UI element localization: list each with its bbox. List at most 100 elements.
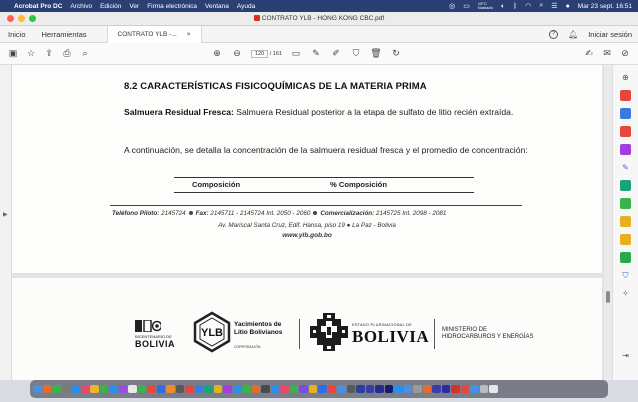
tab-document[interactable]: CONTRATO YLB -... × <box>106 25 202 43</box>
highlight-pen-icon[interactable]: ✎ <box>307 48 325 59</box>
dock-app-icon[interactable] <box>441 384 450 394</box>
dock-app-icon[interactable] <box>109 384 118 394</box>
dock-app-icon[interactable] <box>356 384 365 394</box>
bluetooth-icon[interactable]: ᛒ <box>513 3 517 10</box>
dock-app-icon[interactable] <box>166 384 175 394</box>
dock-app-icon[interactable] <box>460 384 469 394</box>
zoom-window-button[interactable] <box>29 15 36 22</box>
menu-firma[interactable]: Firma electrónica <box>147 3 197 10</box>
close-window-button[interactable] <box>7 15 14 22</box>
comment-bubble-icon[interactable] <box>620 234 631 245</box>
protect-shield-icon[interactable]: ⛉ <box>620 270 631 281</box>
bell-icon[interactable]: 🔔︎ <box>568 30 578 39</box>
sign-icon[interactable]: ✍︎ <box>580 48 598 59</box>
next-page-icon[interactable]: ⊖ <box>228 48 246 59</box>
delete-icon[interactable]: 🗑︎ <box>367 48 385 59</box>
email-icon[interactable]: ✉ <box>598 48 616 59</box>
export-pdf-icon[interactable] <box>620 180 631 191</box>
minimize-window-button[interactable] <box>18 15 25 22</box>
menu-ventana[interactable]: Ventana <box>205 3 229 10</box>
dock-app-icon[interactable] <box>327 384 336 394</box>
collapse-panel-icon[interactable]: ⇥ <box>620 350 631 361</box>
rotate-icon[interactable]: ↻ <box>387 48 405 59</box>
dock-app-icon[interactable] <box>308 384 317 394</box>
dock-app-icon[interactable] <box>479 384 488 394</box>
more-tools-icon[interactable]: ✧ <box>620 288 631 299</box>
dock-app-icon[interactable] <box>299 384 308 394</box>
zoom-search-icon[interactable]: ⌕ <box>76 48 94 59</box>
upload-cloud-icon[interactable]: ⇪ <box>40 48 58 59</box>
control-center-icon[interactable]: ☰ <box>551 2 557 10</box>
dock-app-icon[interactable] <box>194 384 203 394</box>
expand-panel-icon[interactable]: ▶ <box>3 211 8 218</box>
dock-app-icon[interactable] <box>413 384 422 394</box>
page-number-input[interactable]: 120 <box>251 49 269 58</box>
menu-ver[interactable]: Ver <box>129 3 139 10</box>
save-icon[interactable]: ▣ <box>4 48 22 59</box>
dock-app-icon[interactable] <box>90 384 99 394</box>
tab-inicio[interactable]: Inicio <box>0 30 34 39</box>
close-tab-icon[interactable]: × <box>187 31 191 38</box>
comment-tool-icon[interactable] <box>620 108 631 119</box>
organize-pages-icon[interactable] <box>620 126 631 137</box>
dock-app-icon[interactable] <box>42 384 51 394</box>
dock-app-icon[interactable] <box>118 384 127 394</box>
dock-app-icon[interactable] <box>213 384 222 394</box>
print-icon[interactable]: ⎙ <box>58 48 76 59</box>
dock-app-icon[interactable] <box>156 384 165 394</box>
menu-ayuda[interactable]: Ayuda <box>237 3 255 10</box>
dock-app-icon[interactable] <box>80 384 89 394</box>
dock-app-icon[interactable] <box>223 384 232 394</box>
dock-app-icon[interactable] <box>375 384 384 394</box>
share-icon[interactable]: ⊘ <box>616 48 634 59</box>
battery-icon[interactable]: ▭ <box>463 2 470 10</box>
dock-app-icon[interactable] <box>346 384 355 394</box>
dock-app-icon[interactable] <box>185 384 194 394</box>
help-icon[interactable]: ? <box>549 29 559 39</box>
dock-app-icon[interactable] <box>242 384 251 394</box>
scan-ocr-icon[interactable] <box>620 216 631 227</box>
spreadsheet-icon[interactable] <box>620 198 631 209</box>
document-viewport[interactable]: 8.2 CARACTERÍSTICAS FISICOQUÍMICAS DE LA… <box>12 65 604 380</box>
dock-app-icon[interactable] <box>451 384 460 394</box>
dock-app-icon[interactable] <box>147 384 156 394</box>
dock-app-icon[interactable] <box>251 384 260 394</box>
weather-widget[interactable]: 15°C Nublado <box>478 1 493 11</box>
dock-app-icon[interactable] <box>318 384 327 394</box>
dock-app-icon[interactable] <box>71 384 80 394</box>
dock-app-icon[interactable] <box>422 384 431 394</box>
dock-app-icon[interactable] <box>489 384 498 394</box>
print-production-icon[interactable] <box>620 252 631 263</box>
draw-icon[interactable]: ✐ <box>327 48 345 59</box>
dock-app-icon[interactable] <box>470 384 479 394</box>
signin-link[interactable]: Iniciar sesión <box>588 30 632 39</box>
dock-app-icon[interactable] <box>270 384 279 394</box>
dock-app-icon[interactable] <box>175 384 184 394</box>
dock-app-icon[interactable] <box>384 384 393 394</box>
vertical-scrollbar[interactable] <box>604 65 612 380</box>
dock-app-icon[interactable] <box>52 384 61 394</box>
scrollbar-thumb[interactable] <box>605 291 610 303</box>
wifi-icon[interactable]: ◠ <box>525 2 531 10</box>
creative-cloud-icon[interactable]: ◎ <box>449 2 455 10</box>
zoom-icon[interactable]: ⊕ <box>620 72 631 83</box>
create-pdf-icon[interactable] <box>620 90 631 101</box>
tab-herramientas[interactable]: Herramientas <box>34 30 95 39</box>
menu-archivo[interactable]: Archivo <box>70 3 92 10</box>
dock-app-icon[interactable] <box>33 384 42 394</box>
dock-app-icon[interactable] <box>394 384 403 394</box>
search-icon[interactable]: ⌕ <box>539 2 543 10</box>
siri-icon[interactable]: ● <box>566 3 570 10</box>
control-icon[interactable]: ◐ <box>501 3 505 10</box>
previous-page-icon[interactable]: ⊕ <box>208 48 226 59</box>
bookmark-star-icon[interactable]: ☆ <box>22 48 40 59</box>
dock-app-icon[interactable] <box>337 384 346 394</box>
menubar-datetime[interactable]: Mar 23 sept. 16:51 <box>578 3 632 10</box>
dock-app-icon[interactable] <box>232 384 241 394</box>
edit-pdf-icon[interactable] <box>620 144 631 155</box>
dock-app-icon[interactable] <box>365 384 374 394</box>
dock-app-icon[interactable] <box>61 384 70 394</box>
menu-edicion[interactable]: Edición <box>100 3 121 10</box>
dock-app-icon[interactable] <box>99 384 108 394</box>
dock-app-icon[interactable] <box>204 384 213 394</box>
